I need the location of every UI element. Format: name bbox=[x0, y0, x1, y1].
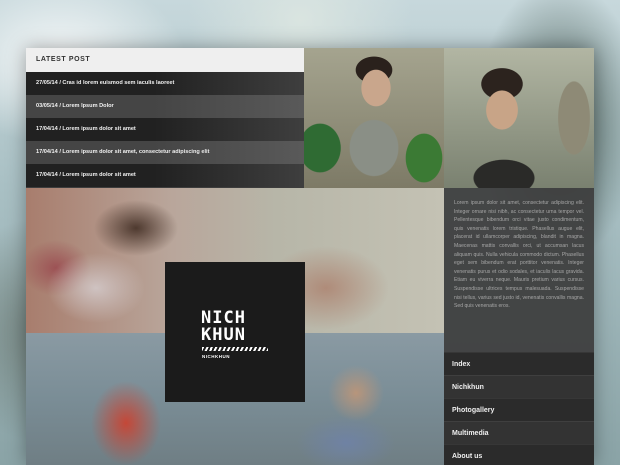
theme-preview: LATEST POST 27/05/14 / Cras id lorem eui… bbox=[26, 48, 594, 465]
nav-item-multimedia[interactable]: Multimedia bbox=[444, 421, 594, 444]
logo-title: NICH KHUN bbox=[201, 310, 246, 344]
post-link[interactable]: 27/05/14 / Cras id lorem euismod sem iac… bbox=[26, 72, 304, 95]
logo-line-2: KHUN bbox=[201, 325, 246, 345]
logo-stripe-decoration bbox=[202, 347, 268, 351]
logo-subtitle: NICHKHUN bbox=[202, 354, 230, 359]
latest-post-header: LATEST POST bbox=[26, 48, 304, 72]
site-logo[interactable]: NICH KHUN NICHKHUN bbox=[165, 262, 305, 402]
post-link[interactable]: 17/04/14 / Lorem ipsum dolor sit amet, c… bbox=[26, 141, 304, 164]
post-link[interactable]: 03/05/14 / Lorem Ipsum Dolor bbox=[26, 95, 304, 118]
nav-item-nichkhun[interactable]: Nichkhun bbox=[444, 375, 594, 398]
latest-post-panel: LATEST POST 27/05/14 / Cras id lorem eui… bbox=[26, 48, 304, 188]
nav-item-index[interactable]: Index bbox=[444, 352, 594, 375]
sidebar: Lorem ipsum dolor sit amet, consectetur … bbox=[444, 188, 594, 465]
main-nav: Index Nichkhun Photogallery Multimedia A… bbox=[444, 352, 594, 465]
nav-item-photogallery[interactable]: Photogallery bbox=[444, 398, 594, 421]
photo-man-leaning[interactable] bbox=[444, 48, 594, 188]
photo-man-with-plants[interactable] bbox=[304, 48, 444, 188]
nav-item-about-us[interactable]: About us bbox=[444, 444, 594, 465]
about-text: Lorem ipsum dolor sit amet, consectetur … bbox=[454, 200, 584, 310]
post-link[interactable]: 17/04/14 / Lorem ipsum dolor sit amet bbox=[26, 164, 304, 187]
latest-post-list: 27/05/14 / Cras id lorem euismod sem iac… bbox=[26, 72, 304, 187]
post-link[interactable]: 17/04/14 / Lorem ipsum dolor sit amet bbox=[26, 118, 304, 141]
